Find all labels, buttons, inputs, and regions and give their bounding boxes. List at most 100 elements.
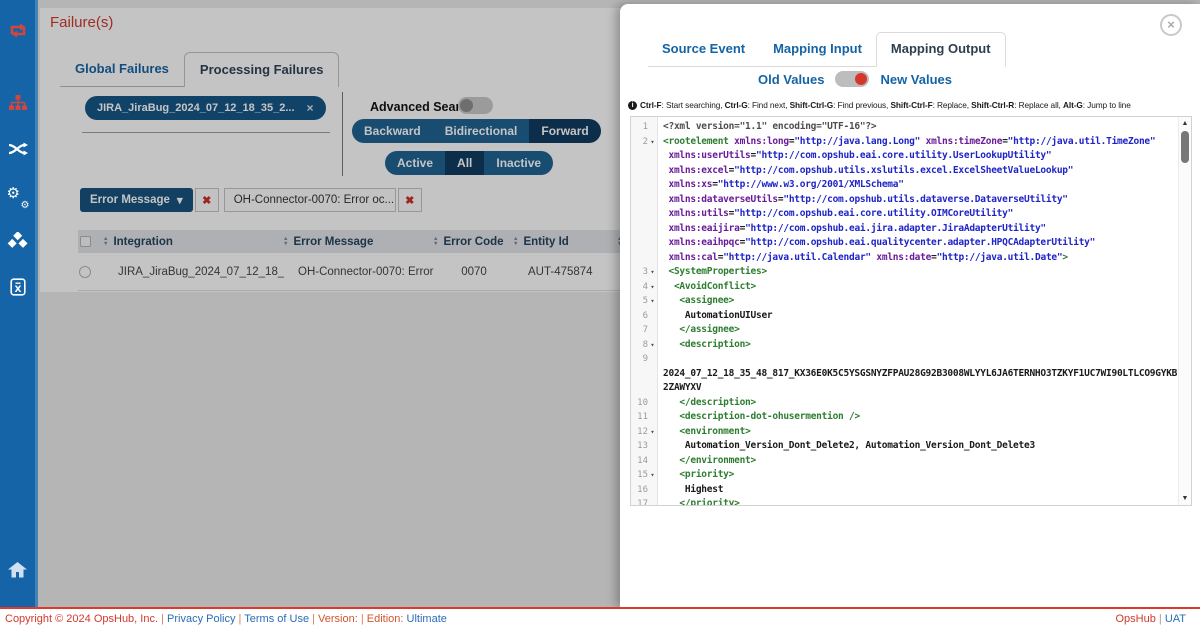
footer-right: OpsHub | UAT xyxy=(1115,613,1186,625)
line-number: 2▾ xyxy=(631,135,658,150)
excel-file-icon: X xyxy=(10,278,26,301)
svg-text:X: X xyxy=(14,285,21,295)
footer-text: Copyright © 2024 OpsHub, Inc. xyxy=(5,613,158,625)
line-number: 11 xyxy=(631,410,658,425)
code-line: 2▾<rootelement xmlns:long="http://java.l… xyxy=(631,135,1178,266)
line-number: 12▾ xyxy=(631,425,658,440)
code-line: 8▾ <description> xyxy=(631,338,1178,353)
values-toggle-row: Old Values New Values xyxy=(620,71,1090,87)
scroll-up-icon[interactable]: ▲ xyxy=(1179,120,1191,127)
fold-icon[interactable]: ▾ xyxy=(648,425,657,440)
retry-icon xyxy=(8,22,28,44)
new-values-label[interactable]: New Values xyxy=(880,72,952,87)
footer-text: OpsHub xyxy=(1115,613,1155,625)
footer-text: | xyxy=(358,613,367,625)
code-line: 10 </description> xyxy=(631,396,1178,411)
line-number: 3▾ xyxy=(631,265,658,280)
sidebar-item-integrations[interactable] xyxy=(0,82,37,128)
sidebar-item-mappings[interactable] xyxy=(0,128,37,174)
fold-icon[interactable]: ▾ xyxy=(648,294,657,309)
footer-link[interactable]: UAT xyxy=(1165,613,1186,625)
footer-link[interactable]: Ultimate xyxy=(403,613,446,625)
shuffle-icon xyxy=(8,142,28,161)
code-text: </priority> xyxy=(658,497,1178,506)
sitemap-icon xyxy=(9,95,27,116)
code-text: 2024_07_12_18_35_48_817_KX36E0K5C5YSGSNY… xyxy=(658,352,1178,396)
editor-scrollbar[interactable]: ▲ ▼ xyxy=(1178,117,1191,505)
code-text: <rootelement xmlns:long="http://java.lan… xyxy=(658,135,1178,266)
line-number: 16 xyxy=(631,483,658,498)
code-line: 16 Highest xyxy=(631,483,1178,498)
mapping-detail-panel: × Source Event Mapping Input Mapping Out… xyxy=(620,4,1200,607)
code-text: AutomationUIUser xyxy=(658,309,1178,324)
search-shortcuts-hint: i Ctrl-F: Start searching, Ctrl-G: Find … xyxy=(628,100,1131,110)
left-nav-sidebar: ⚙⚙ X xyxy=(0,0,38,607)
code-text: <assignee> xyxy=(658,294,1178,309)
code-line: 1<?xml version="1.1" encoding="UTF-16"?> xyxy=(631,120,1178,135)
code-text: <AvoidConflict> xyxy=(658,280,1178,295)
fold-icon[interactable]: ▾ xyxy=(648,280,657,295)
close-icon[interactable]: × xyxy=(1160,14,1182,36)
line-number: 6 xyxy=(631,309,658,324)
gears-icon: ⚙⚙ xyxy=(7,187,29,207)
footer-text: | xyxy=(235,613,244,625)
scrollbar-thumb[interactable] xyxy=(1181,131,1189,163)
line-number: 5▾ xyxy=(631,294,658,309)
code-line: 7 </assignee> xyxy=(631,323,1178,338)
code-line: 15▾ <priority> xyxy=(631,468,1178,483)
toggle-knob-red xyxy=(855,73,867,85)
code-text: </environment> xyxy=(658,454,1178,469)
code-text: <description> xyxy=(658,338,1178,353)
code-line: 92024_07_12_18_35_48_817_KX36E0K5C5YSGSN… xyxy=(631,352,1178,396)
home-icon xyxy=(8,562,27,583)
sidebar-item-excel-export[interactable]: X xyxy=(0,266,37,312)
fold-icon[interactable]: ▾ xyxy=(648,468,657,483)
tab-mapping-input[interactable]: Mapping Input xyxy=(759,33,876,66)
code-text: <environment> xyxy=(658,425,1178,440)
xml-code-editor[interactable]: 1<?xml version="1.1" encoding="UTF-16"?>… xyxy=(630,116,1192,506)
code-line: 17 </priority> xyxy=(631,497,1178,506)
code-text: <priority> xyxy=(658,468,1178,483)
tab-mapping-output[interactable]: Mapping Output xyxy=(876,32,1006,67)
footer-link[interactable]: Terms of Use xyxy=(244,613,309,625)
code-text: </description> xyxy=(658,396,1178,411)
code-text: Automation_Version_Dont_Delete2, Automat… xyxy=(658,439,1178,454)
fold-icon[interactable]: ▾ xyxy=(648,338,657,353)
tab-source-event[interactable]: Source Event xyxy=(648,33,759,66)
code-text: Highest xyxy=(658,483,1178,498)
footer-bar: Copyright © 2024 OpsHub, Inc. | Privacy … xyxy=(0,607,1200,629)
old-new-values-toggle[interactable] xyxy=(835,71,869,87)
footer-text: Version: xyxy=(318,613,358,625)
code-line: 11 <description-dot-ohusermention /> xyxy=(631,410,1178,425)
sidebar-item-modules[interactable] xyxy=(0,220,37,266)
fold-icon[interactable]: ▾ xyxy=(648,135,657,150)
code-line: 6 AutomationUIUser xyxy=(631,309,1178,324)
line-number: 17 xyxy=(631,497,658,506)
code-line: 5▾ <assignee> xyxy=(631,294,1178,309)
line-number: 10 xyxy=(631,396,658,411)
code-text: <description-dot-ohusermention /> xyxy=(658,410,1178,425)
line-number: 7 xyxy=(631,323,658,338)
fold-icon[interactable]: ▾ xyxy=(648,265,657,280)
cubes-icon xyxy=(7,232,28,254)
footer-left: Copyright © 2024 OpsHub, Inc. | Privacy … xyxy=(5,613,447,625)
sidebar-item-settings[interactable]: ⚙⚙ xyxy=(0,174,37,220)
info-icon: i xyxy=(628,101,637,110)
shortcuts-text: Ctrl-F: Start searching, Ctrl-G: Find ne… xyxy=(640,100,1131,110)
footer-text: | xyxy=(158,613,167,625)
sidebar-item-retry[interactable] xyxy=(0,10,37,56)
line-number: 4▾ xyxy=(631,280,658,295)
code-line: 13 Automation_Version_Dont_Delete2, Auto… xyxy=(631,439,1178,454)
old-values-label[interactable]: Old Values xyxy=(758,72,824,87)
footer-text: | xyxy=(309,613,318,625)
scroll-down-icon[interactable]: ▼ xyxy=(1179,495,1191,502)
footer-link[interactable]: Privacy Policy xyxy=(167,613,235,625)
line-number: 9 xyxy=(631,352,658,367)
footer-text: | xyxy=(1156,613,1165,625)
sidebar-item-home[interactable] xyxy=(0,549,37,595)
code-line: 14 </environment> xyxy=(631,454,1178,469)
footer-text: Edition: xyxy=(367,613,404,625)
panel-tab-bar: Source Event Mapping Input Mapping Outpu… xyxy=(648,32,1006,67)
code-text: <?xml version="1.1" encoding="UTF-16"?> xyxy=(658,120,1178,135)
line-number: 14 xyxy=(631,454,658,469)
